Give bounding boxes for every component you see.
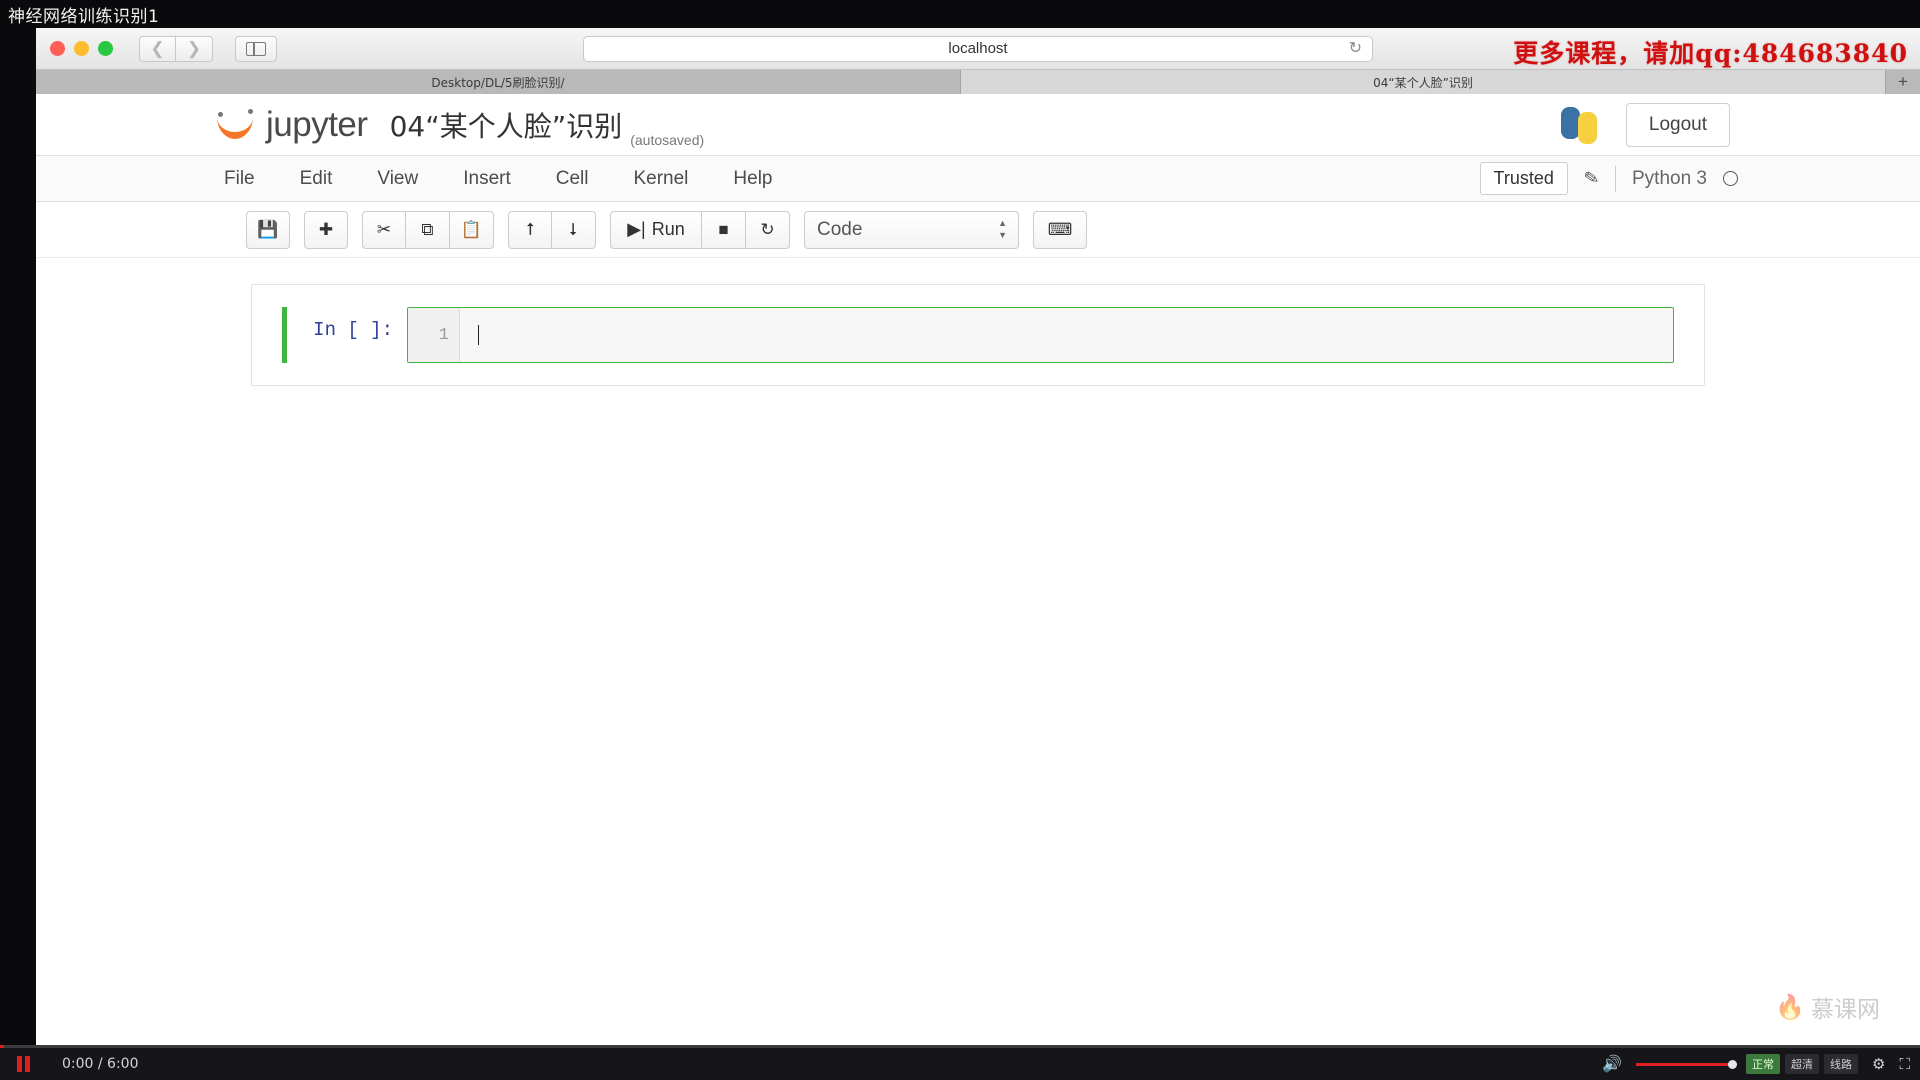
run-label: Run <box>651 219 685 239</box>
code-editor[interactable]: 1 <box>407 307 1674 363</box>
settings-gear-icon[interactable]: ⚙ <box>1872 1055 1885 1073</box>
forward-icon[interactable]: ❯ <box>176 35 213 62</box>
tab-strip: Desktop/DL/5刷脸识别/ 04“某个人脸”识别 + <box>36 70 1920 94</box>
menubar-divider <box>1615 165 1616 192</box>
logout-button[interactable]: Logout <box>1625 102 1730 147</box>
qq-watermark: 更多课程，请加qq:484683840 <box>1513 39 1908 68</box>
menu-item-insert[interactable]: Insert <box>463 168 511 190</box>
jupyter-notebook-page: jupyter 04“某个人脸”识别 (autosaved) Logout Fi… <box>36 94 1920 1048</box>
navigation-buttons: ❮ ❯ <box>139 35 213 62</box>
pause-button[interactable] <box>6 1056 40 1072</box>
cell-prompt: In [ ]: <box>313 319 393 341</box>
text-caret <box>478 324 479 345</box>
keyboard-icon[interactable]: ⌨ <box>1033 210 1087 249</box>
code-input[interactable] <box>460 324 1673 346</box>
plus-icon[interactable]: ✚ <box>304 210 348 249</box>
window-controls <box>50 41 113 56</box>
new-tab-button[interactable]: + <box>1886 70 1920 94</box>
menu-item-view[interactable]: View <box>377 168 418 190</box>
toolbar-group-clipboard: ✂ ⧉ 📋 <box>362 210 494 249</box>
jupyter-logo-icon <box>216 108 256 142</box>
browser-window: ❮ ❯ localhost ↻ 更多课程，请加qq:484683840 Desk… <box>36 28 1920 1048</box>
imooc-watermark: 🔥 慕课网 <box>1775 990 1880 1024</box>
cell-type-value: Code <box>817 218 863 240</box>
autosave-status: (autosaved) <box>630 132 705 148</box>
quality-option-normal[interactable]: 正常 <box>1746 1054 1781 1074</box>
code-cell[interactable]: In [ ]: 1 <box>282 307 1674 363</box>
paste-icon[interactable]: 📋 <box>450 210 494 249</box>
stop-square-icon[interactable]: ■ <box>702 210 746 249</box>
quality-option-hd[interactable]: 超清 <box>1785 1054 1820 1074</box>
arrow-up-icon[interactable]: ⭡ <box>508 210 552 249</box>
toolbar-group-move: ⭡ ⭣ <box>508 210 596 249</box>
trusted-badge[interactable]: Trusted <box>1479 162 1568 195</box>
menu-item-help[interactable]: Help <box>733 168 772 190</box>
quality-selector: 正常 超清 线路 <box>1746 1054 1859 1074</box>
header-right-controls: Logout <box>1560 102 1730 147</box>
sidebar-glyph <box>246 41 266 56</box>
time-display: 0:00 / 6:00 <box>62 1056 139 1072</box>
cell-type-select[interactable]: Code ▲ ▼ <box>804 210 1019 249</box>
quality-option-line[interactable]: 线路 <box>1824 1054 1859 1074</box>
tab-file-browser[interactable]: Desktop/DL/5刷脸识别/ <box>36 70 961 94</box>
menu-item-edit[interactable]: Edit <box>300 168 333 190</box>
arrow-down-icon[interactable]: ⭣ <box>552 210 596 249</box>
menubar-right: Trusted ✎ Python 3 <box>1479 162 1738 195</box>
url-text: localhost <box>948 40 1008 57</box>
toolbar-group-run: ▶| Run ■ ↻ <box>610 210 790 249</box>
toolbar-group-keyboard: ⌨ <box>1033 210 1087 249</box>
scissors-icon[interactable]: ✂ <box>362 210 406 249</box>
line-number: 1 <box>408 308 460 362</box>
run-play-icon: ▶| <box>627 219 646 239</box>
chevron-updown-icon: ▲ ▼ <box>998 218 1007 240</box>
notebook-toolbar: 💾 ✚ ✂ ⧉ 📋 ⭡ ⭣ ▶| Run ■ ↻ Code ▲ ▼ ⌨ <box>36 202 1920 258</box>
minimize-window-button[interactable] <box>74 41 89 56</box>
progress-fill <box>0 1045 4 1048</box>
jupyter-header: jupyter 04“某个人脸”识别 (autosaved) Logout <box>36 94 1920 156</box>
back-icon[interactable]: ❮ <box>139 35 176 62</box>
close-window-button[interactable] <box>50 41 65 56</box>
menu-item-kernel[interactable]: Kernel <box>633 168 688 190</box>
notebook-body: In [ ]: 1 <box>36 258 1920 386</box>
video-player-controls: 0:00 / 6:00 🔊 正常 超清 线路 ⚙ ⛶ <box>0 1045 1920 1080</box>
reload-icon[interactable]: ↻ <box>1349 40 1362 57</box>
volume-knob[interactable] <box>1728 1059 1738 1069</box>
restart-circular-arrow-icon[interactable]: ↻ <box>746 210 790 249</box>
cell-container: In [ ]: 1 <box>251 284 1705 386</box>
kernel-name-label: Python 3 <box>1632 167 1707 189</box>
python-logo-icon <box>1560 105 1600 145</box>
video-title: 神经网络训练识别1 <box>8 7 160 27</box>
pencil-icon[interactable]: ✎ <box>1582 167 1601 190</box>
menu-bar: File Edit View Insert Cell Kernel Help T… <box>36 156 1920 202</box>
volume-slider[interactable] <box>1636 1059 1738 1069</box>
video-player: 神经网络训练识别1 ❮ ❯ localhost ↻ 更多课程，请加qq:4846… <box>0 0 1920 1080</box>
fullscreen-icon[interactable]: ⛶ <box>1899 1056 1910 1073</box>
address-bar[interactable]: localhost ↻ <box>583 35 1373 62</box>
toolbar-group-save: 💾 <box>246 210 290 249</box>
menu-item-file[interactable]: File <box>224 168 255 190</box>
volume-icon[interactable]: 🔊 <box>1602 1054 1622 1074</box>
imooc-text: 慕课网 <box>1811 997 1880 1023</box>
notebook-title[interactable]: 04“某个人脸”识别 <box>390 105 623 145</box>
player-right-controls: 🔊 正常 超清 线路 ⚙ ⛶ <box>1602 1054 1910 1074</box>
tab-notebook[interactable]: 04“某个人脸”识别 <box>961 70 1886 94</box>
run-button[interactable]: ▶| Run <box>610 210 702 249</box>
progress-bar[interactable] <box>0 1045 1920 1048</box>
copy-icon[interactable]: ⧉ <box>406 210 450 249</box>
menu-item-cell[interactable]: Cell <box>556 168 589 190</box>
jupyter-logo[interactable]: jupyter <box>216 105 368 145</box>
toolbar-group-add: ✚ <box>304 210 348 249</box>
flame-icon: 🔥 <box>1775 993 1805 1021</box>
browser-titlebar: ❮ ❯ localhost ↻ 更多课程，请加qq:484683840 <box>36 28 1920 70</box>
jupyter-logo-text: jupyter <box>266 104 368 144</box>
save-floppy-icon[interactable]: 💾 <box>246 210 290 249</box>
maximize-window-button[interactable] <box>98 41 113 56</box>
sidebar-toggle-icon[interactable] <box>235 35 277 62</box>
kernel-idle-circle-icon[interactable] <box>1723 171 1738 186</box>
